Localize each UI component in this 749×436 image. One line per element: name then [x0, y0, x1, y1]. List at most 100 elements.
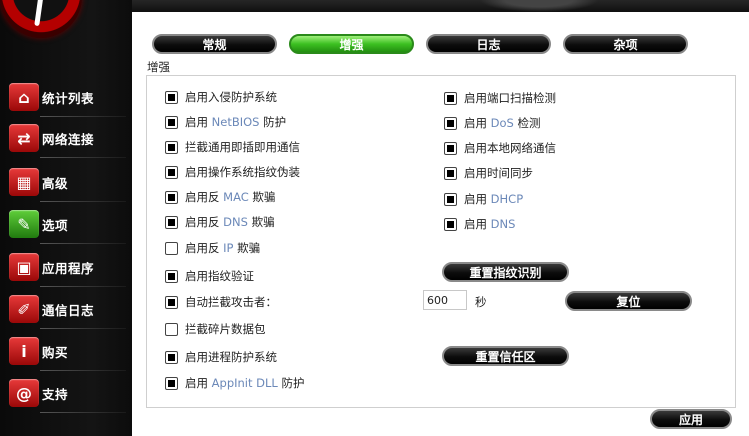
option-label: 启用端口扫描检测 [464, 91, 556, 105]
option-label: 启用 DoS 检测 [464, 116, 541, 130]
option-label: 启用 DHCP [464, 192, 524, 206]
seconds-unit-label: 秒 [475, 295, 487, 309]
tab-enhanced[interactable]: 增强 [289, 34, 414, 54]
app-window-gear-icon: ▣ [9, 253, 39, 281]
option-label: 启用时间同步 [464, 166, 533, 180]
divider [40, 157, 126, 158]
sidebar-item-applications[interactable]: ▣ 应用程序 [0, 247, 132, 287]
option-label: 启用操作系统指纹伪装 [185, 165, 300, 179]
option-block-upnp[interactable]: 拦截通用即插即用通信 [165, 138, 300, 156]
option-label: 启用反 IP 欺骗 [185, 241, 261, 255]
section-title: 增强 [147, 60, 170, 74]
checkbox[interactable] [165, 90, 178, 104]
home-icon: ⌂ [9, 83, 39, 111]
option-block-fragments[interactable]: 拦截碎片数据包 [165, 320, 266, 338]
checkbox[interactable] [444, 116, 457, 130]
option-label: 自动拦截攻击者： [185, 295, 277, 309]
sidebar-item-advanced[interactable]: ▦ 高级 [0, 162, 132, 202]
checkbox[interactable] [165, 269, 178, 283]
tab-general[interactable]: 常规 [152, 34, 277, 54]
reset-button[interactable]: 复位 [565, 291, 692, 311]
sidebar-item-label: 网络连接 [42, 131, 95, 147]
option-label: 启用入侵防护系统 [185, 90, 277, 104]
sidebar-item-label: 购买 [42, 344, 69, 360]
option-label: 启用反 DNS 欺骗 [185, 215, 275, 229]
option-ips[interactable]: 启用入侵防护系统 [165, 88, 277, 106]
option-label: 启用本地网络通信 [464, 141, 556, 155]
gift-box-icon: ▦ [9, 168, 39, 196]
option-label: 启用反 MAC 欺骗 [185, 190, 276, 204]
checkbox[interactable] [165, 241, 178, 255]
divider [40, 412, 126, 413]
sidebar-item-buy[interactable]: i 购买 [0, 331, 132, 371]
option-time-sync[interactable]: 启用时间同步 [444, 164, 533, 182]
option-anti-mac-spoof[interactable]: 启用反 MAC 欺骗 [165, 188, 275, 206]
option-fingerprint-verify[interactable]: 启用指纹验证 [165, 267, 254, 285]
checkbox[interactable] [444, 166, 457, 180]
checkbox[interactable] [165, 322, 178, 336]
reset-fingerprint-button[interactable]: 重置指纹识别 [442, 262, 569, 282]
checkbox[interactable] [165, 295, 178, 309]
checkbox[interactable] [165, 140, 178, 154]
sidebar-item-options[interactable]: ✎ 选项 [0, 204, 132, 244]
pen-log-icon: ✐ [9, 295, 39, 323]
option-appinit-dll[interactable]: 启用 AppInit DLL 防护 [165, 374, 305, 392]
divider [40, 286, 126, 287]
reset-trusted-zone-button[interactable]: 重置信任区 [442, 346, 569, 366]
info-icon: i [9, 337, 39, 365]
tab-misc[interactable]: 杂项 [563, 34, 688, 54]
sidebar: ⌂ 统计列表 ⇄ 网络连接 ▦ 高级 ✎ 选项 ▣ 应用程序 ✐ 通信日志 i … [0, 0, 132, 436]
enhanced-options-group: 启用入侵防护系统 启用 NetBIOS 防护 拦截通用即插即用通信 启用操作系统… [146, 75, 736, 408]
option-dns[interactable]: 启用 DNS [444, 215, 515, 233]
block-duration-input[interactable] [423, 290, 467, 310]
title-strip [132, 0, 749, 12]
app-logo [0, 0, 82, 38]
sidebar-item-label: 选项 [42, 217, 69, 233]
checkbox[interactable] [444, 91, 457, 105]
option-label: 启用指纹验证 [185, 269, 254, 283]
wrench-icon: ✎ [9, 210, 39, 238]
option-auto-block-attacker[interactable]: 自动拦截攻击者： [165, 293, 277, 311]
option-label: 启用 DNS [464, 217, 516, 231]
sidebar-item-label: 应用程序 [42, 260, 95, 276]
checkbox[interactable] [165, 350, 178, 364]
sidebar-item-label: 统计列表 [42, 90, 95, 106]
option-label: 拦截通用即插即用通信 [185, 140, 300, 154]
divider [40, 201, 126, 202]
apply-button[interactable]: 应用 [650, 409, 732, 429]
checkbox[interactable] [165, 115, 178, 129]
sidebar-item-comm-log[interactable]: ✐ 通信日志 [0, 289, 132, 329]
checkbox[interactable] [444, 192, 457, 206]
option-anti-dns-spoof[interactable]: 启用反 DNS 欺骗 [165, 213, 275, 231]
divider [40, 370, 126, 371]
divider [40, 116, 126, 117]
checkbox[interactable] [165, 190, 178, 204]
checkbox[interactable] [444, 217, 457, 231]
at-sign-icon: @ [9, 379, 39, 407]
checkbox[interactable] [165, 376, 178, 390]
options-panel: 常规 增强 日志 杂项 增强 启用入侵防护系统 启用 NetBIOS 防护 拦截… [132, 12, 749, 436]
checkbox[interactable] [165, 215, 178, 229]
option-dhcp[interactable]: 启用 DHCP [444, 190, 523, 208]
option-netbios[interactable]: 启用 NetBIOS 防护 [165, 113, 286, 131]
option-label: 启用进程防护系统 [185, 350, 277, 364]
option-port-scan-detect[interactable]: 启用端口扫描检测 [444, 89, 556, 107]
sidebar-item-label: 高级 [42, 175, 69, 191]
option-local-network[interactable]: 启用本地网络通信 [444, 139, 556, 157]
sidebar-item-support[interactable]: @ 支持 [0, 373, 132, 413]
option-anti-ip-spoof[interactable]: 启用反 IP 欺骗 [165, 239, 260, 257]
sidebar-item-label: 通信日志 [42, 302, 95, 318]
checkbox[interactable] [444, 141, 457, 155]
option-label: 启用 AppInit DLL 防护 [185, 376, 305, 390]
sidebar-item-connections[interactable]: ⇄ 网络连接 [0, 118, 132, 158]
sidebar-item-stats[interactable]: ⌂ 统计列表 [0, 77, 132, 117]
tab-log[interactable]: 日志 [426, 34, 551, 54]
option-os-fingerprint-spoof[interactable]: 启用操作系统指纹伪装 [165, 163, 300, 181]
divider [40, 328, 126, 329]
checkbox[interactable] [165, 165, 178, 179]
option-process-protection[interactable]: 启用进程防护系统 [165, 348, 277, 366]
option-dos-detect[interactable]: 启用 DoS 检测 [444, 114, 541, 132]
sidebar-item-label: 支持 [42, 386, 69, 402]
option-label: 拦截碎片数据包 [185, 322, 266, 336]
divider [40, 243, 126, 244]
